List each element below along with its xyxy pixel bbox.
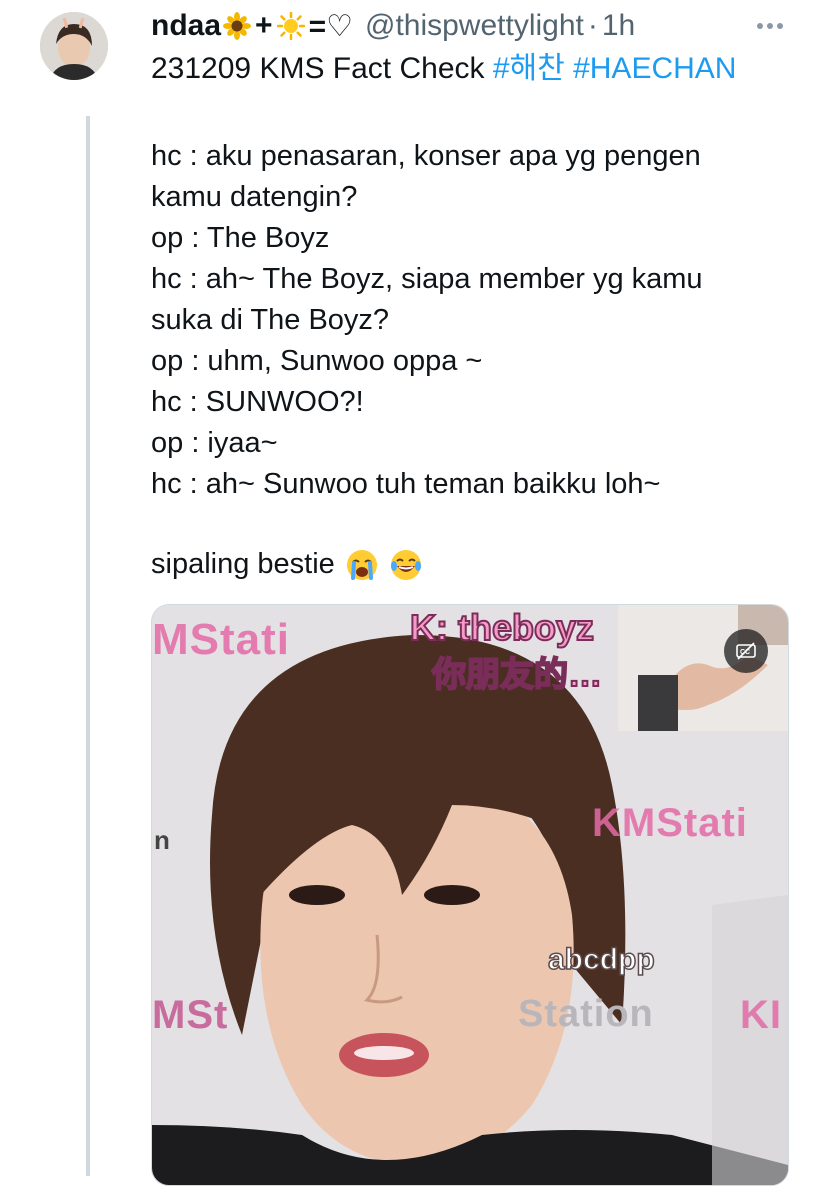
tweet-header: ndaa + =♡ @thispwettylight · 1h <box>151 6 635 46</box>
thread-line <box>86 116 90 1176</box>
sunflower-emoji <box>223 12 252 40</box>
caption-line-2: 你朋友的… <box>431 655 603 695</box>
video-inset <box>618 605 788 731</box>
separator-dot: · <box>587 9 598 42</box>
body-line: kamu datengin? <box>151 181 358 213</box>
hashtag-haechan[interactable]: #HAECHAN <box>573 52 736 85</box>
watermark-bottom-right: KI <box>740 993 782 1037</box>
display-name[interactable]: ndaa <box>151 9 221 43</box>
watermark-bottom-left: MSt <box>152 993 229 1037</box>
overlay-username: abcdpp <box>547 942 655 977</box>
hashtag-haechan-korean[interactable]: #해찬 <box>493 52 565 85</box>
watermark-bottom-mid: Station <box>518 993 654 1035</box>
body-line: hc : SUNWOO?! <box>151 386 364 418</box>
closing-line: sipaling bestie <box>151 544 423 585</box>
tears-of-joy-emoji <box>389 548 423 582</box>
tweet-media-video[interactable]: MStati KMStati n MSt Station KI K: thebo… <box>151 604 789 1186</box>
watermark-right: KMStati <box>592 801 748 845</box>
watermark-left-fragment: n <box>154 825 171 855</box>
tweet-title: 231209 KMS Fact Check #해찬 #HAECHAN <box>151 50 736 88</box>
captions-off-icon[interactable]: CC <box>724 629 768 673</box>
caption-line-1: K: theboyz <box>409 606 595 649</box>
tweet-body: hc : aku penasaran, konser apa yg pengen… <box>151 136 791 505</box>
title-text: 231209 KMS Fact Check <box>151 52 493 85</box>
inset-image <box>618 605 788 731</box>
name-equals-heart: =♡ <box>308 9 353 43</box>
more-options-icon[interactable] <box>752 14 788 38</box>
sun-emoji <box>276 11 305 41</box>
watermark-top: MStati <box>152 615 290 664</box>
closing-text: sipaling bestie <box>151 548 335 580</box>
loudly-crying-face-emoji <box>345 548 379 582</box>
body-line: hc : ah~ The Boyz, siapa member yg kamu <box>151 263 703 295</box>
body-line: op : iyaa~ <box>151 427 278 459</box>
body-line: suka di The Boyz? <box>151 304 390 336</box>
avatar[interactable] <box>40 12 108 80</box>
body-line: op : uhm, Sunwoo oppa ~ <box>151 345 483 377</box>
avatar-image <box>40 12 108 80</box>
body-line: op : The Boyz <box>151 222 330 254</box>
body-line: hc : aku penasaran, konser apa yg pengen <box>151 140 701 172</box>
name-plus-symbol: + <box>255 9 273 42</box>
user-handle[interactable]: @thispwettylight <box>365 9 584 43</box>
timestamp[interactable]: 1h <box>602 9 635 43</box>
body-line: hc : ah~ Sunwoo tuh teman baikku loh~ <box>151 468 661 500</box>
